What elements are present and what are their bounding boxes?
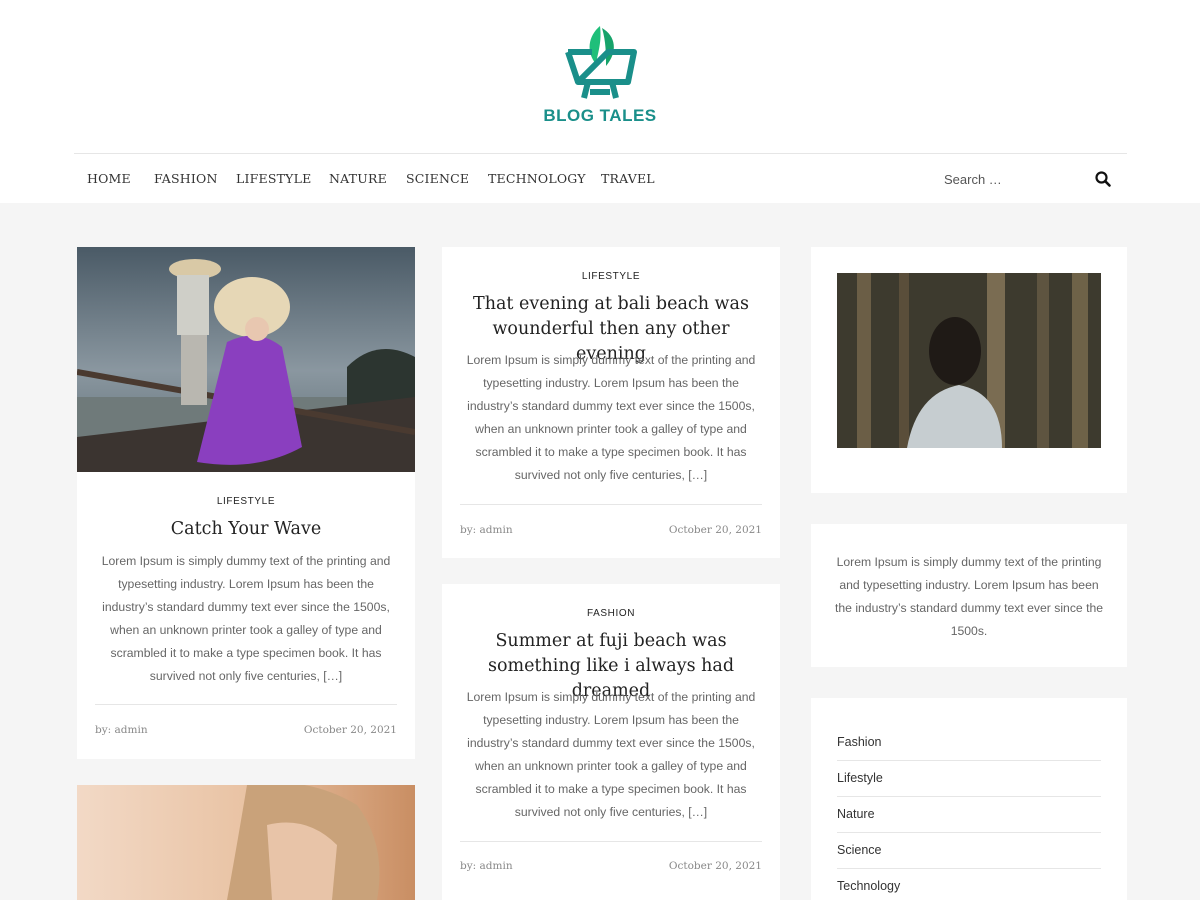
category-link-technology[interactable]: Technology (837, 879, 900, 893)
woman-portrait-photo (77, 785, 415, 900)
category-link-lifestyle[interactable]: Lifestyle (837, 771, 883, 785)
post-category[interactable]: LIFESTYLE (442, 271, 780, 282)
divider (837, 760, 1101, 761)
divider (95, 704, 397, 705)
post-card (77, 785, 415, 900)
nav-item-lifestyle[interactable]: LIFESTYLE (236, 171, 311, 186)
site-header: BLOG TALES HOME FASHION LIFESTYLE NATURE… (0, 0, 1200, 203)
post-excerpt: Lorem Ipsum is simply dummy text of the … (466, 690, 756, 819)
post-date[interactable]: October 20, 2021 (304, 724, 397, 736)
post-author[interactable]: by: admin (95, 724, 148, 736)
category-link-science[interactable]: Science (837, 843, 881, 857)
nav-item-travel[interactable]: TRAVEL (601, 171, 655, 186)
site-title: BLOG TALES (543, 106, 657, 125)
nav-item-fashion[interactable]: FASHION (154, 171, 218, 186)
leaf-basket-logo-icon (565, 26, 637, 99)
search-input[interactable] (944, 164, 1094, 194)
post-image[interactable] (77, 247, 415, 472)
nav-item-home[interactable]: HOME (87, 171, 131, 186)
nav-item-science[interactable]: SCIENCE (406, 171, 469, 186)
category-link-fashion[interactable]: Fashion (837, 735, 881, 749)
post-category[interactable]: LIFESTYLE (77, 496, 415, 507)
sidebar-image-widget (811, 247, 1127, 493)
woman-boat-photo (77, 247, 415, 472)
main-nav: HOME FASHION LIFESTYLE NATURE SCIENCE TE… (74, 153, 1127, 203)
post-date[interactable]: October 20, 2021 (669, 860, 762, 872)
divider (837, 796, 1101, 797)
nav-item-nature[interactable]: NATURE (329, 171, 387, 186)
post-card: LIFESTYLE Catch Your Wave Lorem Ipsum is… (77, 247, 415, 759)
divider (837, 832, 1101, 833)
woman-forest-photo[interactable] (837, 273, 1101, 448)
post-card: FASHION Summer at fuji beach was somethi… (442, 584, 780, 900)
sidebar-categories-widget: Fashion Lifestyle Nature Science Technol… (811, 698, 1127, 900)
divider (460, 841, 762, 842)
sidebar-text-widget: Lorem Ipsum is simply dummy text of the … (811, 524, 1127, 667)
search-icon[interactable] (1094, 170, 1112, 188)
post-date[interactable]: October 20, 2021 (669, 524, 762, 536)
divider (460, 504, 762, 505)
post-author[interactable]: by: admin (460, 524, 513, 536)
post-author[interactable]: by: admin (460, 860, 513, 872)
search-form (944, 164, 1124, 194)
nav-item-technology[interactable]: TECHNOLOGY (488, 171, 586, 186)
post-title[interactable]: Catch Your Wave (97, 517, 395, 542)
post-image[interactable] (77, 785, 415, 900)
about-text: Lorem Ipsum is simply dummy text of the … (834, 555, 1104, 638)
post-category[interactable]: FASHION (442, 608, 780, 619)
post-excerpt: Lorem Ipsum is simply dummy text of the … (101, 554, 391, 683)
category-link-nature[interactable]: Nature (837, 807, 875, 821)
post-excerpt: Lorem Ipsum is simply dummy text of the … (466, 353, 756, 482)
divider (837, 868, 1101, 869)
site-logo[interactable]: BLOG TALES (540, 22, 660, 132)
post-card: LIFESTYLE That evening at bali beach was… (442, 247, 780, 558)
